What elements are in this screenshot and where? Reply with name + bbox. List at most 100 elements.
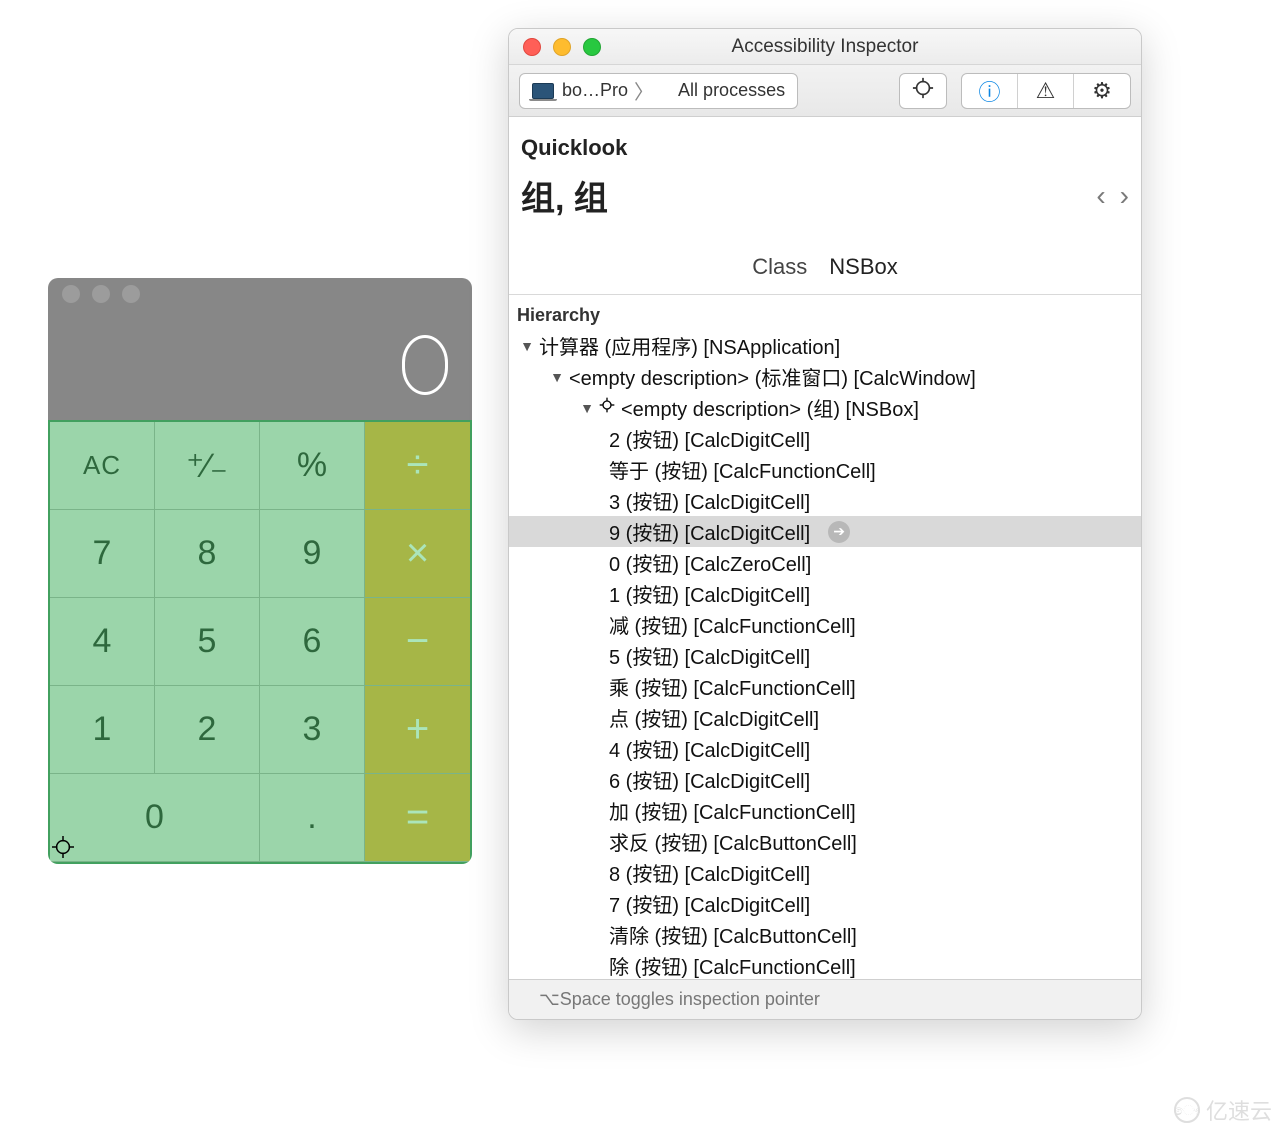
tree-row[interactable]: 点 (按钮) [CalcDigitCell] bbox=[509, 702, 1141, 733]
watermark: ෞ 亿速云 bbox=[1174, 1094, 1272, 1126]
tree-row-label: 除 (按钮) [CalcFunctionCell] bbox=[609, 951, 856, 979]
inspector-footer: ⌥Space toggles inspection pointer bbox=[509, 979, 1141, 1019]
tree-row[interactable]: 2 (按钮) [CalcDigitCell] bbox=[509, 423, 1141, 454]
calculator-titlebar[interactable] bbox=[48, 278, 472, 310]
tree-row[interactable]: 除 (按钮) [CalcFunctionCell] bbox=[509, 950, 1141, 979]
calc-percent-button[interactable]: % bbox=[260, 422, 365, 510]
calc-multiply-button[interactable]: × bbox=[365, 510, 470, 598]
warning-icon: ⚠︎ bbox=[1036, 78, 1056, 104]
calc-6-button[interactable]: 6 bbox=[260, 598, 365, 686]
tree-row-label: 点 (按钮) [CalcDigitCell] bbox=[609, 703, 819, 732]
disclosure-triangle-icon[interactable]: ▼ bbox=[549, 369, 565, 385]
tree-row[interactable]: 3 (按钮) [CalcDigitCell] bbox=[509, 485, 1141, 516]
gear-icon: ⚙︎ bbox=[1092, 78, 1112, 104]
calc-4-button[interactable]: 4 bbox=[50, 598, 155, 686]
point-inspect-button[interactable] bbox=[899, 73, 947, 109]
tree-row[interactable]: 加 (按钮) [CalcFunctionCell] bbox=[509, 795, 1141, 826]
tree-row-label: 6 (按钮) [CalcDigitCell] bbox=[609, 765, 810, 794]
tree-row[interactable]: 乘 (按钮) [CalcFunctionCell] bbox=[509, 671, 1141, 702]
hierarchy-tree[interactable]: ▼计算器 (应用程序) [NSApplication]▼<empty descr… bbox=[509, 330, 1141, 979]
calc-clear-button[interactable]: AC bbox=[50, 422, 155, 510]
tree-row[interactable]: 等于 (按钮) [CalcFunctionCell] bbox=[509, 454, 1141, 485]
traffic-close-icon[interactable] bbox=[62, 285, 80, 303]
window-title: Accessibility Inspector bbox=[509, 36, 1141, 58]
calc-9-button[interactable]: 9 bbox=[260, 510, 365, 598]
calc-5-button[interactable]: 5 bbox=[155, 598, 260, 686]
tree-row-label: 0 (按钮) [CalcZeroCell] bbox=[609, 548, 811, 577]
tree-row[interactable]: ▼计算器 (应用程序) [NSApplication] bbox=[509, 330, 1141, 361]
tree-row-label: <empty description> (标准窗口) [CalcWindow] bbox=[569, 362, 976, 391]
calc-equals-button[interactable]: = bbox=[365, 774, 470, 862]
tree-row[interactable]: 6 (按钮) [CalcDigitCell] bbox=[509, 764, 1141, 795]
quicklook-nav: ‹ › bbox=[1096, 180, 1129, 212]
nav-prev-button[interactable]: ‹ bbox=[1096, 180, 1105, 212]
macbook-icon bbox=[532, 83, 554, 99]
tree-row[interactable]: 减 (按钮) [CalcFunctionCell] bbox=[509, 609, 1141, 640]
process-segment[interactable]: All processes bbox=[666, 74, 797, 108]
calc-3-button[interactable]: 3 bbox=[260, 686, 365, 774]
tree-row-label: 乘 (按钮) [CalcFunctionCell] bbox=[609, 672, 856, 701]
tree-row-label: <empty description> (组) [NSBox] bbox=[621, 393, 919, 422]
tree-row[interactable]: 8 (按钮) [CalcDigitCell] bbox=[509, 857, 1141, 888]
tree-row[interactable]: 5 (按钮) [CalcDigitCell] bbox=[509, 640, 1141, 671]
target-picker[interactable]: bo…Pro 〉 All processes bbox=[519, 73, 798, 109]
class-label: Class bbox=[752, 254, 807, 280]
inspector-toolbar: bo…Pro 〉 All processes ⓘ ⚠︎ ⚙︎ bbox=[509, 65, 1141, 117]
nav-next-button[interactable]: › bbox=[1120, 180, 1129, 212]
calc-2-button[interactable]: 2 bbox=[155, 686, 260, 774]
device-label: bo…Pro bbox=[562, 80, 628, 101]
calculator-keypad: AC ⁺∕₋ % ÷ 7 8 9 × 4 5 6 − 1 2 3 + 0 . = bbox=[48, 420, 472, 864]
tree-row[interactable]: 1 (按钮) [CalcDigitCell] bbox=[509, 578, 1141, 609]
accessibility-inspector-window: Accessibility Inspector bo…Pro 〉 All pro… bbox=[508, 28, 1142, 1020]
calculator-display bbox=[48, 310, 472, 420]
tree-row[interactable]: ▼<empty description> (标准窗口) [CalcWindow] bbox=[509, 361, 1141, 392]
crosshair-icon bbox=[912, 77, 934, 105]
calc-plus-button[interactable]: + bbox=[365, 686, 470, 774]
info-icon: ⓘ bbox=[978, 75, 1000, 107]
hierarchy-panel: Hierarchy ▼计算器 (应用程序) [NSApplication]▼<e… bbox=[509, 295, 1141, 979]
tree-row-label: 4 (按钮) [CalcDigitCell] bbox=[609, 734, 810, 763]
audit-mode-button[interactable]: ⚠︎ bbox=[1018, 74, 1074, 108]
device-segment[interactable]: bo…Pro 〉 bbox=[520, 74, 666, 108]
calculator-display-value bbox=[402, 335, 448, 395]
mode-segmented-control: ⓘ ⚠︎ ⚙︎ bbox=[961, 73, 1131, 109]
traffic-zoom-icon[interactable] bbox=[122, 285, 140, 303]
watermark-icon: ෞ bbox=[1174, 1097, 1200, 1123]
inspection-mode-button[interactable]: ⓘ bbox=[962, 74, 1018, 108]
tree-row-label: 求反 (按钮) [CalcButtonCell] bbox=[609, 827, 857, 856]
tree-row-label: 2 (按钮) [CalcDigitCell] bbox=[609, 424, 810, 453]
tree-row[interactable]: 4 (按钮) [CalcDigitCell] bbox=[509, 733, 1141, 764]
calc-8-button[interactable]: 8 bbox=[155, 510, 260, 598]
inspection-crosshair-icon bbox=[599, 396, 617, 419]
tree-row[interactable]: 求反 (按钮) [CalcButtonCell] bbox=[509, 826, 1141, 857]
settings-mode-button[interactable]: ⚙︎ bbox=[1074, 74, 1130, 108]
hierarchy-label: Hierarchy bbox=[509, 301, 1141, 330]
tree-row-label: 7 (按钮) [CalcDigitCell] bbox=[609, 889, 810, 918]
traffic-minimize-icon[interactable] bbox=[92, 285, 110, 303]
disclosure-triangle-icon[interactable]: ▼ bbox=[579, 400, 595, 416]
calc-dot-button[interactable]: . bbox=[260, 774, 365, 862]
tree-row-label: 等于 (按钮) [CalcFunctionCell] bbox=[609, 455, 876, 484]
calc-divide-button[interactable]: ÷ bbox=[365, 422, 470, 510]
tree-row-label: 9 (按钮) [CalcDigitCell] bbox=[609, 517, 810, 546]
disclosure-triangle-icon[interactable]: ▼ bbox=[519, 338, 535, 354]
class-value: NSBox bbox=[829, 254, 897, 280]
tree-row[interactable]: 9 (按钮) [CalcDigitCell] ➔ bbox=[509, 516, 1141, 547]
calc-0-button[interactable]: 0 bbox=[50, 774, 260, 862]
tree-row[interactable]: ▼ <empty description> (组) [NSBox] bbox=[509, 392, 1141, 423]
calc-negate-button[interactable]: ⁺∕₋ bbox=[155, 422, 260, 510]
calc-1-button[interactable]: 1 bbox=[50, 686, 155, 774]
tree-row[interactable]: 0 (按钮) [CalcZeroCell] bbox=[509, 547, 1141, 578]
tree-row[interactable]: 清除 (按钮) [CalcButtonCell] bbox=[509, 919, 1141, 950]
process-label: All processes bbox=[678, 80, 785, 101]
navigate-icon[interactable]: ➔ bbox=[828, 521, 850, 543]
class-row: Class NSBox bbox=[509, 224, 1141, 295]
tree-row-label: 1 (按钮) [CalcDigitCell] bbox=[609, 579, 810, 608]
calc-7-button[interactable]: 7 bbox=[50, 510, 155, 598]
footer-hint: ⌥Space toggles inspection pointer bbox=[539, 989, 820, 1010]
calc-minus-button[interactable]: − bbox=[365, 598, 470, 686]
inspector-titlebar[interactable]: Accessibility Inspector bbox=[509, 29, 1141, 65]
chevron-right-icon: 〉 bbox=[634, 76, 654, 105]
tree-row-label: 清除 (按钮) [CalcButtonCell] bbox=[609, 920, 857, 949]
tree-row[interactable]: 7 (按钮) [CalcDigitCell] bbox=[509, 888, 1141, 919]
